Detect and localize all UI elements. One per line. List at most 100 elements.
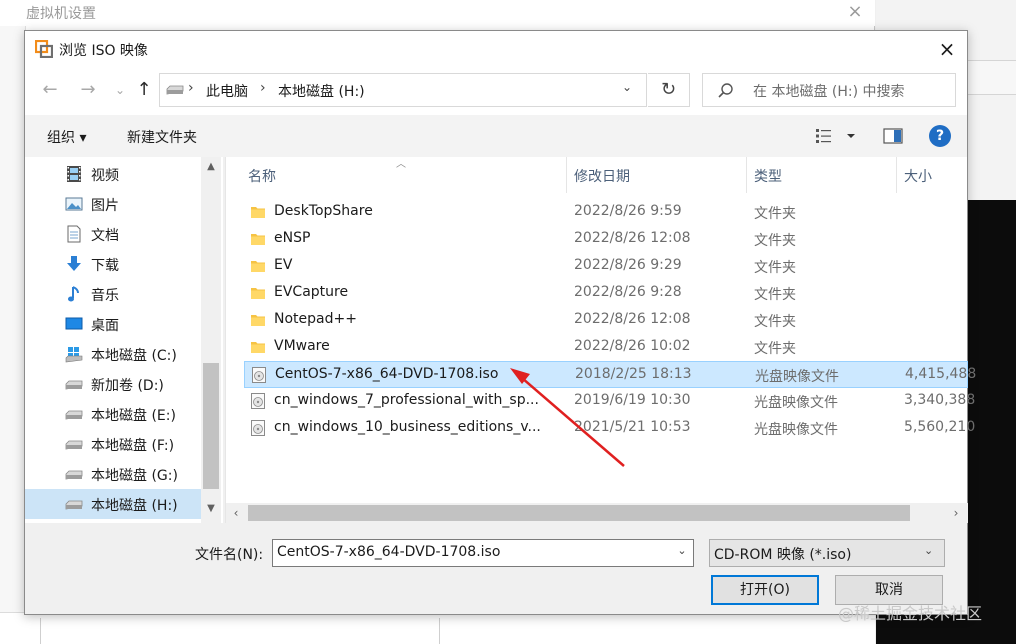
column-divider[interactable] bbox=[746, 157, 747, 193]
file-name: DeskTopShare bbox=[274, 203, 373, 219]
recent-locations-icon[interactable]: ⌄ bbox=[107, 77, 133, 103]
help-icon[interactable]: ? bbox=[929, 125, 951, 147]
nav-item-videos[interactable]: 视频 bbox=[25, 159, 201, 189]
downloads-icon bbox=[67, 256, 81, 271]
filetype-value: CD-ROM 映像 (*.iso) bbox=[714, 547, 852, 563]
organize-menu-button[interactable]: 组织 ▾ bbox=[47, 127, 86, 147]
nav-item-label: 本地磁盘 (E:) bbox=[91, 408, 176, 424]
back-arrow-icon[interactable]: ← bbox=[37, 77, 63, 103]
drive-icon bbox=[65, 410, 83, 420]
dialog-close-icon[interactable]: × bbox=[927, 31, 967, 67]
sort-caret-icon: ︿ bbox=[396, 159, 406, 170]
breadcrumb-local-disk-h[interactable]: 本地磁盘 (H:) bbox=[278, 81, 365, 101]
file-type: 文件夹 bbox=[754, 314, 796, 330]
file-date-modified: 2022/8/26 9:28 bbox=[574, 284, 682, 300]
file-row[interactable]: CentOS-7-x86_64-DVD-1708.iso 2018/2/25 18… bbox=[244, 361, 976, 388]
file-row[interactable]: cn_windows_7_professional_with_sp... 2019… bbox=[244, 388, 975, 415]
file-size: 4,415,488 bbox=[905, 366, 977, 382]
nav-scroll-thumb[interactable] bbox=[203, 363, 219, 489]
file-date-modified: 2021/5/21 10:53 bbox=[574, 419, 691, 435]
nav-item-label: 视频 bbox=[91, 168, 119, 184]
nav-item-music[interactable]: 音乐 bbox=[25, 279, 201, 309]
scroll-right-icon[interactable]: › bbox=[948, 505, 964, 521]
file-type: 文件夹 bbox=[754, 233, 796, 249]
file-size: 5,560,210 bbox=[904, 419, 976, 435]
desktop-icon bbox=[65, 317, 83, 330]
search-placeholder: 在 本地磁盘 (H:) 中搜索 bbox=[753, 84, 905, 100]
nav-item-label: 本地磁盘 (C:) bbox=[91, 348, 177, 364]
drive-icon bbox=[65, 470, 83, 480]
column-size[interactable]: 大小 bbox=[904, 166, 932, 186]
file-date-modified: 2022/8/26 9:59 bbox=[574, 203, 682, 219]
scroll-up-icon[interactable]: ▲ bbox=[203, 161, 219, 177]
nav-item-drive-e[interactable]: 本地磁盘 (E:) bbox=[25, 399, 201, 429]
view-options-icon[interactable] bbox=[815, 127, 859, 145]
drive-icon bbox=[65, 440, 83, 450]
pictures-icon bbox=[65, 197, 83, 211]
nav-item-drive-d[interactable]: 新加卷 (D:) bbox=[25, 369, 201, 399]
nav-item-label: 本地磁盘 (H:) bbox=[91, 498, 178, 514]
scroll-down-icon[interactable]: ▼ bbox=[203, 503, 219, 519]
horizontal-scroll-thumb[interactable] bbox=[248, 505, 910, 521]
breadcrumb-this-pc[interactable]: 此电脑 bbox=[206, 81, 248, 101]
column-divider[interactable] bbox=[566, 157, 567, 193]
horizontal-scrollbar[interactable]: ‹ › bbox=[226, 503, 968, 523]
nav-item-desktop[interactable]: 桌面 bbox=[25, 309, 201, 339]
search-input[interactable]: 在 本地磁盘 (H:) 中搜索 bbox=[702, 73, 956, 107]
column-name[interactable]: 名称 bbox=[248, 166, 276, 186]
nav-item-drive-g[interactable]: 本地磁盘 (G:) bbox=[25, 459, 201, 489]
column-divider[interactable] bbox=[896, 157, 897, 193]
nav-item-drive-h[interactable]: 本地磁盘 (H:) bbox=[25, 489, 201, 519]
file-list-pane: ︿ 名称 修改日期 类型 大小 DeskTopShare 2022/8/26 9:… bbox=[225, 157, 976, 523]
background-left-strip bbox=[0, 26, 26, 644]
nav-item-pictures[interactable]: 图片 bbox=[25, 189, 201, 219]
file-date-modified: 2018/2/25 18:13 bbox=[575, 366, 692, 382]
forward-arrow-icon[interactable]: → bbox=[75, 77, 101, 103]
address-dropdown-icon[interactable]: ⌄ bbox=[614, 80, 640, 100]
file-name: EVCapture bbox=[274, 284, 349, 300]
disc-image-icon bbox=[251, 393, 265, 409]
column-type[interactable]: 类型 bbox=[754, 166, 782, 186]
file-row[interactable]: cn_windows_10_business_editions_v... 2021… bbox=[244, 415, 975, 442]
file-row[interactable]: eNSP 2022/8/26 12:08 文件夹 bbox=[244, 226, 968, 253]
search-icon bbox=[718, 83, 733, 98]
nav-scrollbar[interactable]: ▲ ▼ bbox=[201, 157, 221, 523]
file-date-modified: 2022/8/26 12:08 bbox=[574, 311, 691, 327]
nav-item-label: 本地磁盘 (G:) bbox=[91, 468, 178, 484]
file-type: 光盘映像文件 bbox=[754, 422, 838, 438]
new-folder-button[interactable]: 新建文件夹 bbox=[127, 127, 197, 147]
file-name: CentOS-7-x86_64-DVD-1708.iso bbox=[275, 366, 499, 382]
scroll-left-icon[interactable]: ‹ bbox=[228, 505, 244, 521]
chevron-down-icon[interactable]: ⌄ bbox=[924, 544, 933, 557]
folder-icon bbox=[251, 261, 265, 272]
file-name: Notepad++ bbox=[274, 311, 357, 327]
nav-item-label: 音乐 bbox=[91, 288, 119, 304]
chevron-down-icon[interactable]: ⌄ bbox=[673, 544, 691, 562]
filetype-select[interactable]: CD-ROM 映像 (*.iso) ⌄ bbox=[709, 539, 945, 567]
file-row[interactable]: Notepad++ 2022/8/26 12:08 文件夹 bbox=[244, 307, 968, 334]
column-date-modified[interactable]: 修改日期 bbox=[574, 166, 630, 186]
filename-input[interactable]: CentOS-7-x86_64-DVD-1708.iso ⌄ bbox=[272, 539, 694, 567]
file-row[interactable]: EV 2022/8/26 9:29 文件夹 bbox=[244, 253, 968, 280]
file-name: cn_windows_10_business_editions_v... bbox=[274, 419, 541, 435]
background-bottom-box bbox=[40, 618, 440, 644]
filename-value: CentOS-7-x86_64-DVD-1708.iso bbox=[277, 544, 501, 560]
disc-image-icon bbox=[251, 420, 265, 436]
background-close-icon[interactable]: × bbox=[844, 0, 866, 24]
up-arrow-icon[interactable]: ↑ bbox=[131, 77, 157, 103]
nav-item-drive-c[interactable]: 本地磁盘 (C:) bbox=[25, 339, 201, 369]
file-row[interactable]: VMware 2022/8/26 10:02 文件夹 bbox=[244, 334, 968, 361]
preview-pane-icon[interactable] bbox=[883, 127, 903, 145]
address-bar[interactable]: › 此电脑 › 本地磁盘 (H:) ⌄ bbox=[159, 73, 647, 107]
file-row[interactable]: DeskTopShare 2022/8/26 9:59 文件夹 bbox=[244, 199, 968, 226]
dialog-titlebar: 浏览 ISO 映像 × bbox=[25, 31, 967, 67]
open-button[interactable]: 打开(O) bbox=[711, 575, 819, 605]
refresh-button[interactable]: ↻ bbox=[648, 73, 690, 107]
file-type: 光盘映像文件 bbox=[755, 369, 839, 385]
file-row[interactable]: EVCapture 2022/8/26 9:28 文件夹 bbox=[244, 280, 968, 307]
nav-item-documents[interactable]: 文档 bbox=[25, 219, 201, 249]
nav-item-downloads[interactable]: 下载 bbox=[25, 249, 201, 279]
nav-item-drive-f[interactable]: 本地磁盘 (F:) bbox=[25, 429, 201, 459]
folder-icon bbox=[251, 288, 265, 299]
nav-item-label: 新加卷 (D:) bbox=[91, 378, 164, 394]
